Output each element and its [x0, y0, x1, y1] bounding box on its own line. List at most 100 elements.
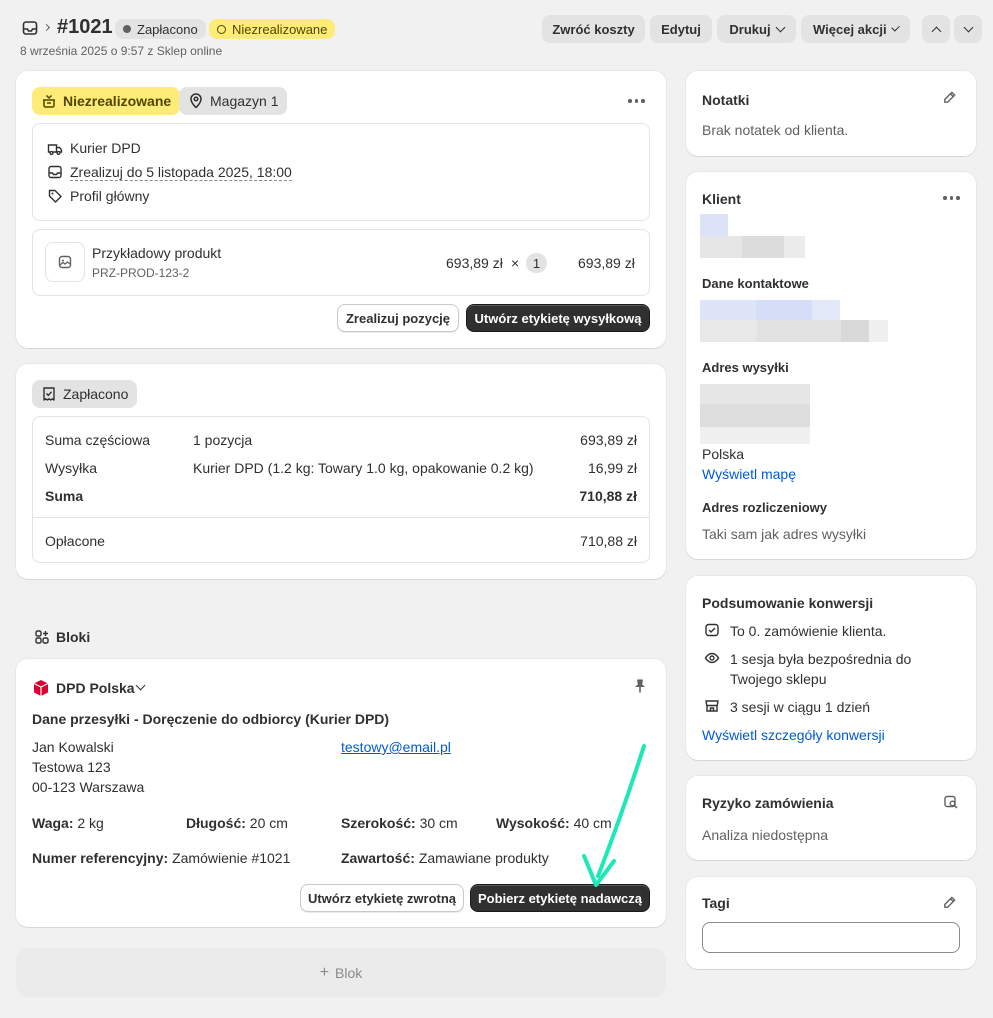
notes-title: Notatki: [702, 92, 750, 108]
delivery-truck-icon: [47, 144, 63, 156]
product-name[interactable]: Przykładowy produkt: [92, 245, 221, 261]
payment-summary-box: Suma częściowa 1 pozycja 693,89 zł Wysył…: [32, 416, 650, 563]
shipping-profile: Profil główny: [70, 188, 150, 204]
customer-email-redacted[interactable]: [700, 300, 840, 320]
fulfill-item-button[interactable]: Zrealizuj pozycję: [337, 304, 459, 332]
next-order-button[interactable]: [954, 15, 982, 43]
conversion-direct-session-1: 1 sesja była bezpośrednia do: [730, 651, 912, 667]
location-pin-icon: [190, 93, 202, 109]
image-placeholder-icon: [58, 255, 72, 269]
order-icon: [22, 20, 38, 36]
tags-title: Tagi: [702, 895, 730, 911]
subtotal-desc: 1 pozycja: [193, 432, 253, 448]
conversion-title: Podsumowanie konwersji: [702, 595, 874, 611]
pin-icon[interactable]: [633, 678, 647, 694]
refund-button[interactable]: Zwróć koszty: [542, 15, 645, 43]
chevron-down-icon[interactable]: [135, 680, 146, 691]
billing-address-title: Adres rozliczeniowy: [702, 500, 827, 515]
dpd-provider-select[interactable]: DPD Polska: [56, 680, 135, 696]
recipient-city: 00-123 Warszawa: [32, 779, 145, 795]
storefront-icon: [705, 700, 719, 712]
reference-field: Numer referencyjny: Zamówienie #1021: [32, 850, 291, 866]
fulfillment-card: Niezrealizowane Magazyn 1 Kurier DPD Zre…: [16, 71, 666, 348]
location-badge: Magazyn 1: [179, 87, 288, 115]
customer-name-redacted[interactable]: [700, 214, 728, 236]
shipment-title: Dane przesyłki - Doręczenie do odbiorcy …: [32, 711, 390, 727]
shipping-desc: Kurier DPD (1.2 kg: Towary 1.0 kg, opako…: [193, 460, 534, 476]
status-dot-icon: [123, 25, 131, 33]
chevron-down-icon: [963, 22, 973, 32]
customer-orders-redacted: [700, 236, 805, 258]
conversion-direct-session-2: Twojego sklepu: [730, 671, 827, 687]
status-ring-icon: [217, 24, 226, 34]
recipient-street: Testowa 123: [32, 759, 111, 775]
quantity-badge: 1: [526, 253, 547, 273]
unfulfilled-icon: [43, 94, 55, 108]
view-map-link[interactable]: Wyświetl mapę: [702, 466, 796, 482]
product-sku: PRZ-PROD-123-2: [92, 266, 190, 280]
inbox-icon: [48, 165, 62, 179]
customer-phone-redacted: [700, 320, 888, 342]
more-options-icon[interactable]: [943, 196, 960, 200]
length-field: Długość: 20 cm: [186, 815, 288, 831]
times-sign: ×: [511, 255, 520, 271]
edit-pencil-icon[interactable]: [942, 90, 957, 105]
billing-address-text: Taki sam jak adres wysyłki: [702, 526, 867, 542]
fulfillment-status-badge: Niezrealizowane: [209, 19, 336, 39]
fulfill-deadline[interactable]: Zrealizuj do 5 listopada 2025, 18:00: [70, 164, 292, 181]
recipient-email-link[interactable]: testowy@email.pl: [341, 739, 451, 755]
print-button[interactable]: Drukuj: [717, 15, 796, 43]
more-options-icon[interactable]: [628, 99, 645, 103]
conversion-sessions: 3 sesji w ciągu 1 dzień: [730, 699, 871, 715]
create-shipping-label-button[interactable]: Utwórz etykietę wysyłkową: [466, 304, 650, 332]
payment-status-badge: Zapłacono: [115, 19, 206, 39]
blocks-icon: [35, 630, 49, 644]
risk-analysis-icon[interactable]: [943, 794, 959, 810]
carrier-name: Kurier DPD: [70, 140, 141, 156]
content-field: Zawartość: Zamawiane produkty: [341, 850, 549, 866]
shipping-address-title: Adres wysyłki: [702, 360, 789, 375]
payment-card: Zapłacono Suma częściowa 1 pozycja 693,8…: [16, 364, 666, 579]
divider: [33, 517, 649, 518]
delivery-info-box: Kurier DPD Zrealizuj do 5 listopada 2025…: [32, 123, 650, 221]
tag-icon: [48, 189, 62, 203]
unfulfilled-badge: Niezrealizowane: [32, 87, 181, 115]
tags-input[interactable]: [702, 922, 960, 953]
chevron-down-icon: [890, 22, 900, 32]
shipping-address-redacted: [700, 384, 810, 444]
chevron-down-icon: [775, 22, 786, 32]
customer-title: Klient: [702, 191, 741, 207]
edit-button[interactable]: Edytuj: [650, 15, 712, 43]
recipient-name: Jan Kowalski: [32, 739, 114, 755]
total-label: Suma: [45, 488, 84, 504]
risk-text: Analiza niedostępna: [702, 827, 829, 843]
previous-order-button[interactable]: [922, 15, 950, 43]
receipt-check-icon: [43, 387, 55, 401]
line-total: 693,89 zł: [578, 255, 635, 271]
blocks-title: Bloki: [56, 629, 91, 645]
dpd-logo-icon: [33, 680, 49, 696]
conversion-summary-card: Podsumowanie konwersji To 0. zamówienie …: [686, 576, 976, 760]
notes-text: Brak notatek od klienta.: [702, 122, 849, 138]
total-amount: 710,88 zł: [579, 488, 637, 504]
shipping-country: Polska: [702, 446, 745, 462]
add-block-button[interactable]: + Blok: [16, 948, 666, 997]
shipping-label: Wysyłka: [45, 460, 97, 476]
dpd-block-card: DPD Polska Dane przesyłki - Doręczenie d…: [16, 659, 666, 927]
notes-card: Notatki Brak notatek od klienta.: [686, 71, 976, 156]
paid-amount: 710,88 zł: [580, 533, 637, 549]
order-risk-card: Ryzyko zamówienia Analiza niedostępna: [686, 776, 976, 860]
subtotal-amount: 693,89 zł: [580, 432, 637, 448]
more-actions-button[interactable]: Więcej akcji: [801, 15, 910, 43]
chevron-up-icon: [931, 26, 941, 36]
create-return-label-button[interactable]: Utwórz etykietę zwrotną: [300, 884, 464, 912]
orders-icon: [705, 623, 719, 637]
subtotal-label: Suma częściowa: [45, 432, 151, 448]
product-thumbnail[interactable]: [45, 242, 85, 282]
eye-icon: [704, 652, 720, 664]
page-title: #1021: [57, 16, 113, 38]
paid-badge: Zapłacono: [32, 380, 138, 408]
breadcrumb-chevron-icon[interactable]: [42, 23, 51, 32]
edit-pencil-icon[interactable]: [942, 895, 957, 910]
view-conversion-details-link[interactable]: Wyświetl szczegóły konwersji: [702, 727, 885, 743]
